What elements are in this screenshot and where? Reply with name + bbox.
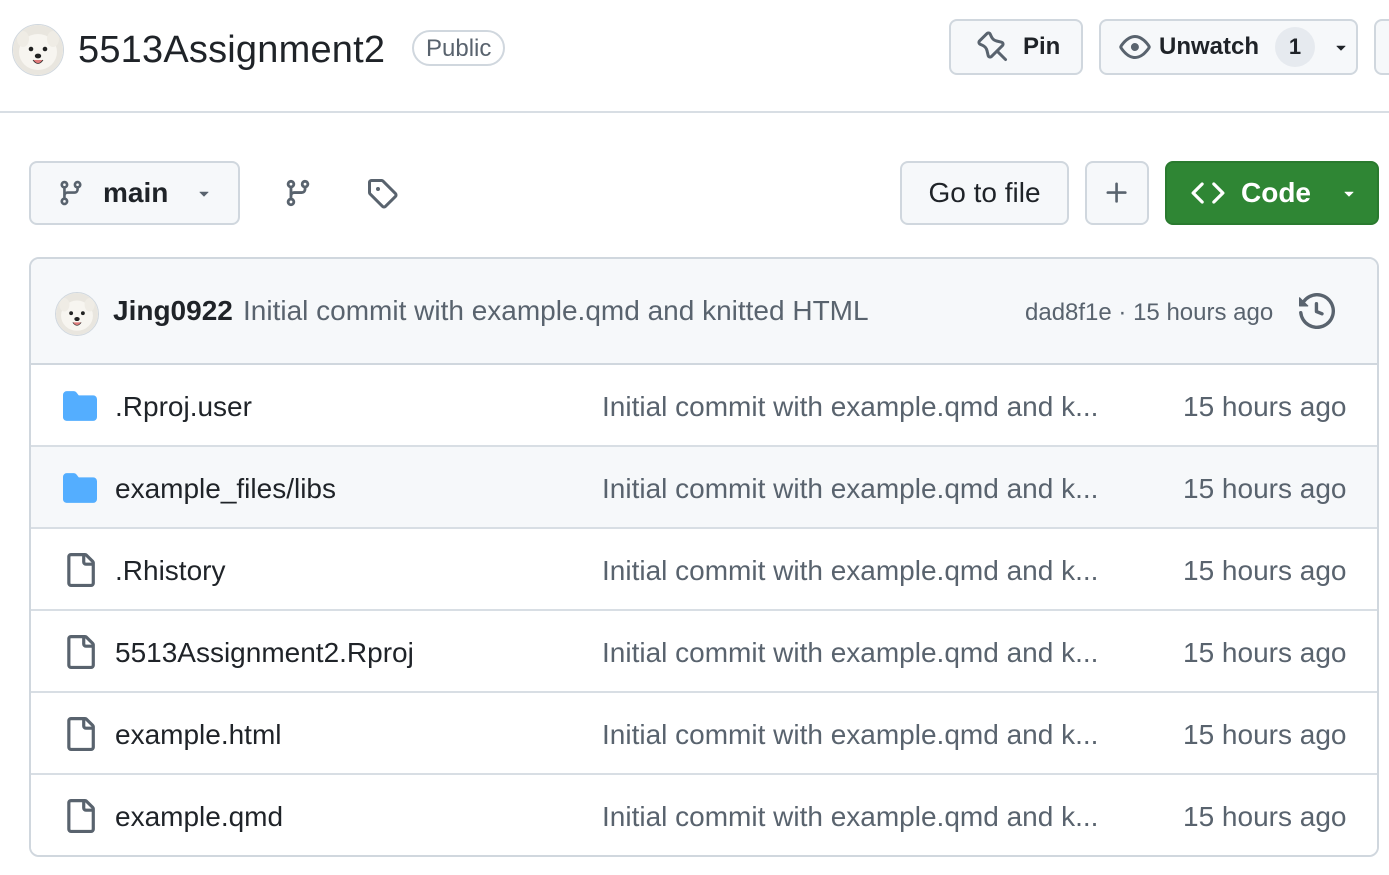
commit-message[interactable]: Initial commit with example.qmd and knit… [243, 295, 869, 327]
commit-meta[interactable]: dad8f1e · 15 hours ago [1025, 299, 1273, 327]
watch-count: 1 [1275, 27, 1316, 67]
visibility-badge: Public [412, 30, 506, 66]
file-commit-age: 15 hours ago [1183, 555, 1347, 586]
file-icon [63, 799, 97, 838]
file-name-link[interactable]: .Rhistory [115, 555, 225, 587]
code-label: Code [1241, 177, 1311, 208]
code-button[interactable]: Code [1165, 161, 1379, 225]
file-name-link[interactable]: example_files/libs [115, 473, 336, 505]
star-button-partial[interactable] [1374, 19, 1389, 75]
code-icon [1191, 182, 1225, 204]
file-commit-age: 15 hours ago [1183, 473, 1347, 504]
file-commit-message-link[interactable]: Initial commit with example.qmd and k... [602, 555, 1098, 587]
file-table: Jing0922 Initial commit with example.qmd… [29, 257, 1379, 857]
file-commit-message-link[interactable]: Initial commit with example.qmd and k... [602, 719, 1098, 751]
file-commit-age: 15 hours ago [1183, 637, 1347, 668]
file-icon [63, 635, 97, 674]
tags-link[interactable] [364, 175, 400, 211]
history-icon[interactable] [1299, 293, 1335, 329]
file-name-link[interactable]: example.qmd [115, 801, 283, 833]
file-commit-message-link[interactable]: Initial commit with example.qmd and k... [602, 391, 1098, 423]
file-row[interactable]: example_files/libs Initial commit with ex… [31, 447, 1377, 529]
file-row[interactable]: example.html Initial commit with example.… [31, 693, 1377, 775]
eye-icon [1119, 35, 1151, 59]
branches-link[interactable] [280, 175, 316, 211]
file-icon [63, 553, 97, 592]
branch-name: main [103, 177, 169, 208]
folder-icon [63, 389, 97, 428]
file-icon [63, 717, 97, 756]
file-row[interactable]: 5513Assignment2.Rproj Initial commit with… [31, 611, 1377, 693]
unwatch-button[interactable]: Unwatch 1 [1099, 19, 1358, 75]
repo-header: 5513Assignment2 Public Pin Unwatch 1 [0, 0, 1389, 113]
chevron-down-icon [199, 191, 209, 197]
file-row[interactable]: example.qmd Initial commit with example.q… [31, 775, 1377, 855]
file-commit-age: 15 hours ago [1183, 719, 1347, 750]
pin-label: Pin [1023, 33, 1061, 60]
chevron-down-icon[interactable] [1331, 37, 1351, 57]
file-commit-age: 15 hours ago [1183, 801, 1347, 832]
owner-avatar[interactable] [12, 24, 64, 76]
repo-name[interactable]: 5513Assignment2 [78, 26, 385, 74]
file-commit-message-link[interactable]: Initial commit with example.qmd and k... [602, 473, 1098, 505]
unwatch-label: Unwatch [1159, 33, 1260, 60]
file-row[interactable]: .Rhistory Initial commit with example.qmd… [31, 529, 1377, 611]
latest-commit-bar: Jing0922 Initial commit with example.qmd… [31, 259, 1377, 365]
file-commit-message-link[interactable]: Initial commit with example.qmd and k... [602, 637, 1098, 669]
commit-author-avatar[interactable] [55, 292, 99, 336]
tag-icon [368, 179, 398, 209]
file-name-link[interactable]: example.html [115, 719, 282, 751]
chevron-down-icon [1344, 191, 1354, 197]
add-file-button[interactable] [1085, 161, 1149, 225]
git-branch-icon [286, 179, 310, 207]
go-to-file-button[interactable]: Go to file [900, 161, 1069, 225]
git-branch-icon [60, 180, 82, 206]
folder-icon [63, 471, 97, 510]
commit-author[interactable]: Jing0922 [113, 295, 233, 327]
file-commit-age: 15 hours ago [1183, 391, 1347, 422]
file-commit-message-link[interactable]: Initial commit with example.qmd and k... [602, 801, 1098, 833]
file-name-link[interactable]: .Rproj.user [115, 391, 252, 423]
file-row[interactable]: .Rproj.user Initial commit with example.q… [31, 365, 1377, 447]
pin-button[interactable]: Pin [949, 19, 1083, 75]
file-name-link[interactable]: 5513Assignment2.Rproj [115, 637, 414, 669]
pin-icon [977, 31, 1008, 62]
plus-icon [1106, 182, 1127, 203]
branch-selector[interactable]: main [29, 161, 240, 225]
